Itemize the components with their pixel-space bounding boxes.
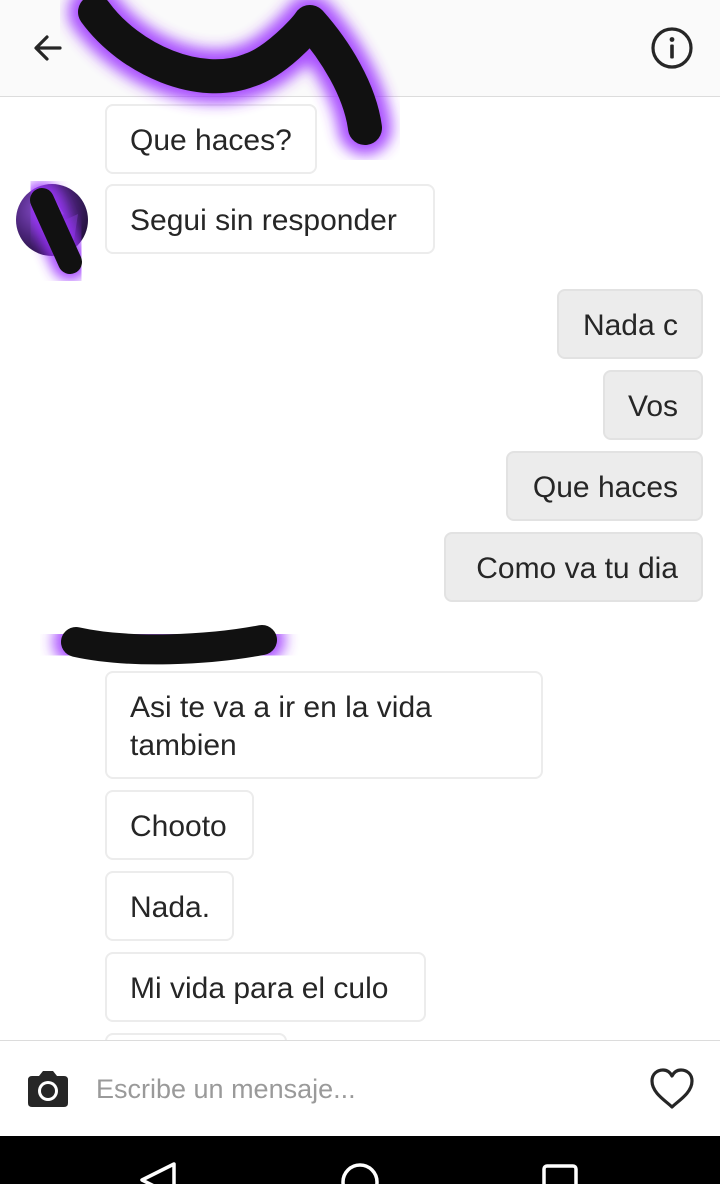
- system-nav-bar: [0, 1136, 720, 1184]
- incoming-message[interactable]: Nada.: [105, 871, 234, 941]
- incoming-message[interactable]: Asi te va a ir en la vida tambien: [105, 671, 543, 779]
- info-button[interactable]: [646, 22, 698, 74]
- triangle-back-icon: [140, 1162, 176, 1184]
- sender-avatar[interactable]: [16, 184, 88, 256]
- incoming-message-partial[interactable]: [105, 1033, 287, 1040]
- camera-button[interactable]: [22, 1065, 74, 1113]
- message-text: Segui sin responder: [130, 204, 397, 237]
- outgoing-message[interactable]: Nada c: [557, 289, 703, 359]
- message-thread[interactable]: Que haces? Segui sin responder Nada c Vo…: [0, 96, 720, 1040]
- message-text: Chooto: [130, 810, 227, 843]
- incoming-message[interactable]: Mi vida para el culo: [105, 952, 426, 1022]
- nav-home-button[interactable]: [320, 1136, 400, 1184]
- avatar-image: [30, 192, 78, 240]
- message-text: Nada.: [130, 891, 211, 924]
- message-text: Nada c: [582, 309, 678, 342]
- message-text: Vos: [628, 390, 679, 423]
- message-composer: [0, 1040, 720, 1137]
- outgoing-message[interactable]: Vos: [603, 370, 703, 440]
- chat-header: [0, 0, 720, 97]
- back-button[interactable]: [22, 22, 74, 74]
- square-recents-icon: [542, 1164, 578, 1184]
- nav-recents-button[interactable]: [520, 1136, 600, 1184]
- outgoing-message[interactable]: Como va tu dia: [444, 532, 703, 602]
- incoming-message[interactable]: Chooto: [105, 790, 254, 860]
- nav-back-button[interactable]: [120, 1136, 200, 1184]
- incoming-message[interactable]: Segui sin responder: [105, 184, 435, 254]
- circle-home-icon: [341, 1163, 379, 1184]
- heart-icon: [650, 1068, 694, 1109]
- message-text: Asi te va a ir en la vida tambien: [130, 691, 432, 762]
- message-text: Que haces: [532, 471, 678, 504]
- incoming-message[interactable]: Que haces?: [105, 104, 317, 174]
- message-input[interactable]: [96, 1067, 616, 1111]
- info-circle-icon: [651, 27, 693, 69]
- chat-screen: Que haces? Segui sin responder Nada c Vo…: [0, 0, 720, 1184]
- arrow-left-icon: [34, 35, 62, 61]
- camera-icon: [28, 1071, 68, 1107]
- like-button[interactable]: [646, 1065, 698, 1113]
- message-text: Mi vida para el culo: [130, 972, 389, 1005]
- outgoing-message[interactable]: Que haces: [506, 451, 703, 521]
- message-text: Como va tu dia: [476, 552, 678, 585]
- message-text: Que haces?: [130, 124, 292, 157]
